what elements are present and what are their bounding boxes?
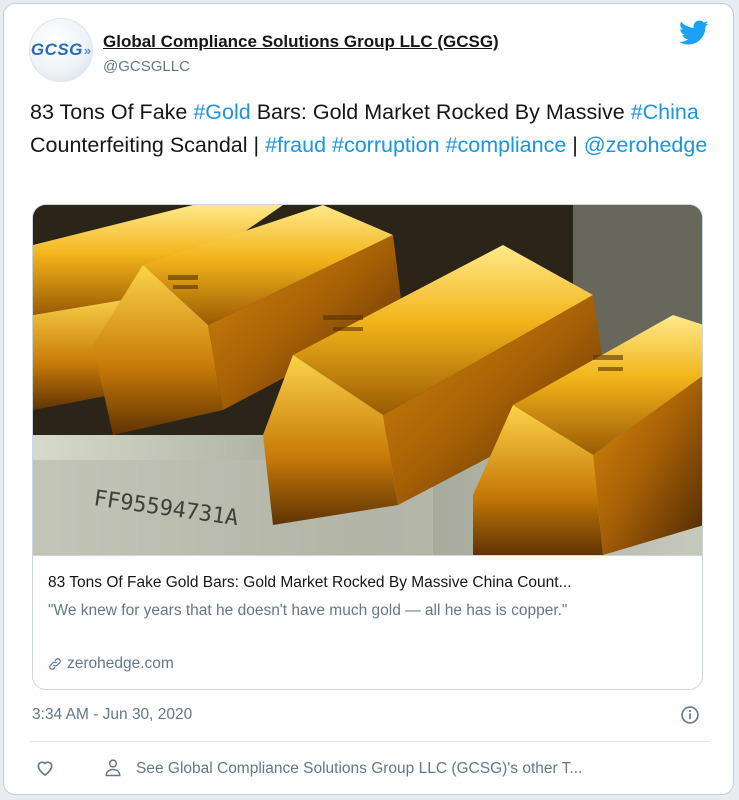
card-title[interactable]: 83 Tons Of Fake Gold Bars: Gold Market R…	[48, 574, 688, 592]
see-other-tweets-link[interactable]: See Global Compliance Solutions Group LL…	[136, 760, 582, 778]
tweet-text-segment: 83 Tons Of Fake	[30, 100, 194, 124]
tweet-text-segment: Bars: Gold Market Rocked By Massive	[250, 100, 631, 124]
divider	[30, 741, 710, 742]
tweet-header: GCSG» Global Compliance Solutions Group …	[29, 18, 709, 82]
twitter-bird-icon[interactable]	[679, 20, 709, 46]
heart-icon[interactable]	[35, 758, 55, 778]
mention-link[interactable]: @zerohedge	[584, 133, 707, 157]
tweet-footer: See Global Compliance Solutions Group LL…	[0, 755, 739, 785]
card-body[interactable]: 83 Tons Of Fake Gold Bars: Gold Market R…	[33, 555, 702, 689]
link-icon	[49, 658, 61, 670]
card-domain-text: zerohedge.com	[67, 655, 174, 672]
author-name[interactable]: Global Compliance Solutions Group LLC (G…	[103, 32, 499, 52]
card-image[interactable]: FF95594731A	[33, 205, 703, 555]
hashtag-link[interactable]: #fraud	[265, 133, 326, 157]
hashtag-link[interactable]: #Gold	[193, 100, 250, 124]
avatar-arrows: »	[83, 42, 92, 58]
tweet-text: 83 Tons Of Fake #Gold Bars: Gold Market …	[30, 96, 710, 162]
tweet-text-segment: Counterfeiting Scandal |	[30, 133, 266, 157]
person-icon	[105, 759, 121, 777]
card-domain[interactable]: zerohedge.com	[48, 655, 174, 673]
card-description: "We knew for years that he doesn't have …	[48, 602, 568, 619]
tweet-text-segment: |	[566, 133, 584, 157]
hashtag-link[interactable]: #compliance	[446, 133, 567, 157]
hashtag-link[interactable]: #China	[631, 100, 699, 124]
link-card[interactable]: FF95594731A 83 Tons Of Fake Gold Bars: G…	[32, 204, 703, 690]
avatar-text: GCSG	[30, 40, 83, 59]
avatar[interactable]: GCSG»	[29, 18, 93, 82]
info-icon[interactable]	[680, 705, 700, 725]
hashtag-link[interactable]: #corruption	[332, 133, 440, 157]
tweet-timestamp[interactable]: 3:34 AM - Jun 30, 2020	[32, 706, 192, 724]
author-handle[interactable]: @GCSGLLC	[103, 58, 190, 75]
